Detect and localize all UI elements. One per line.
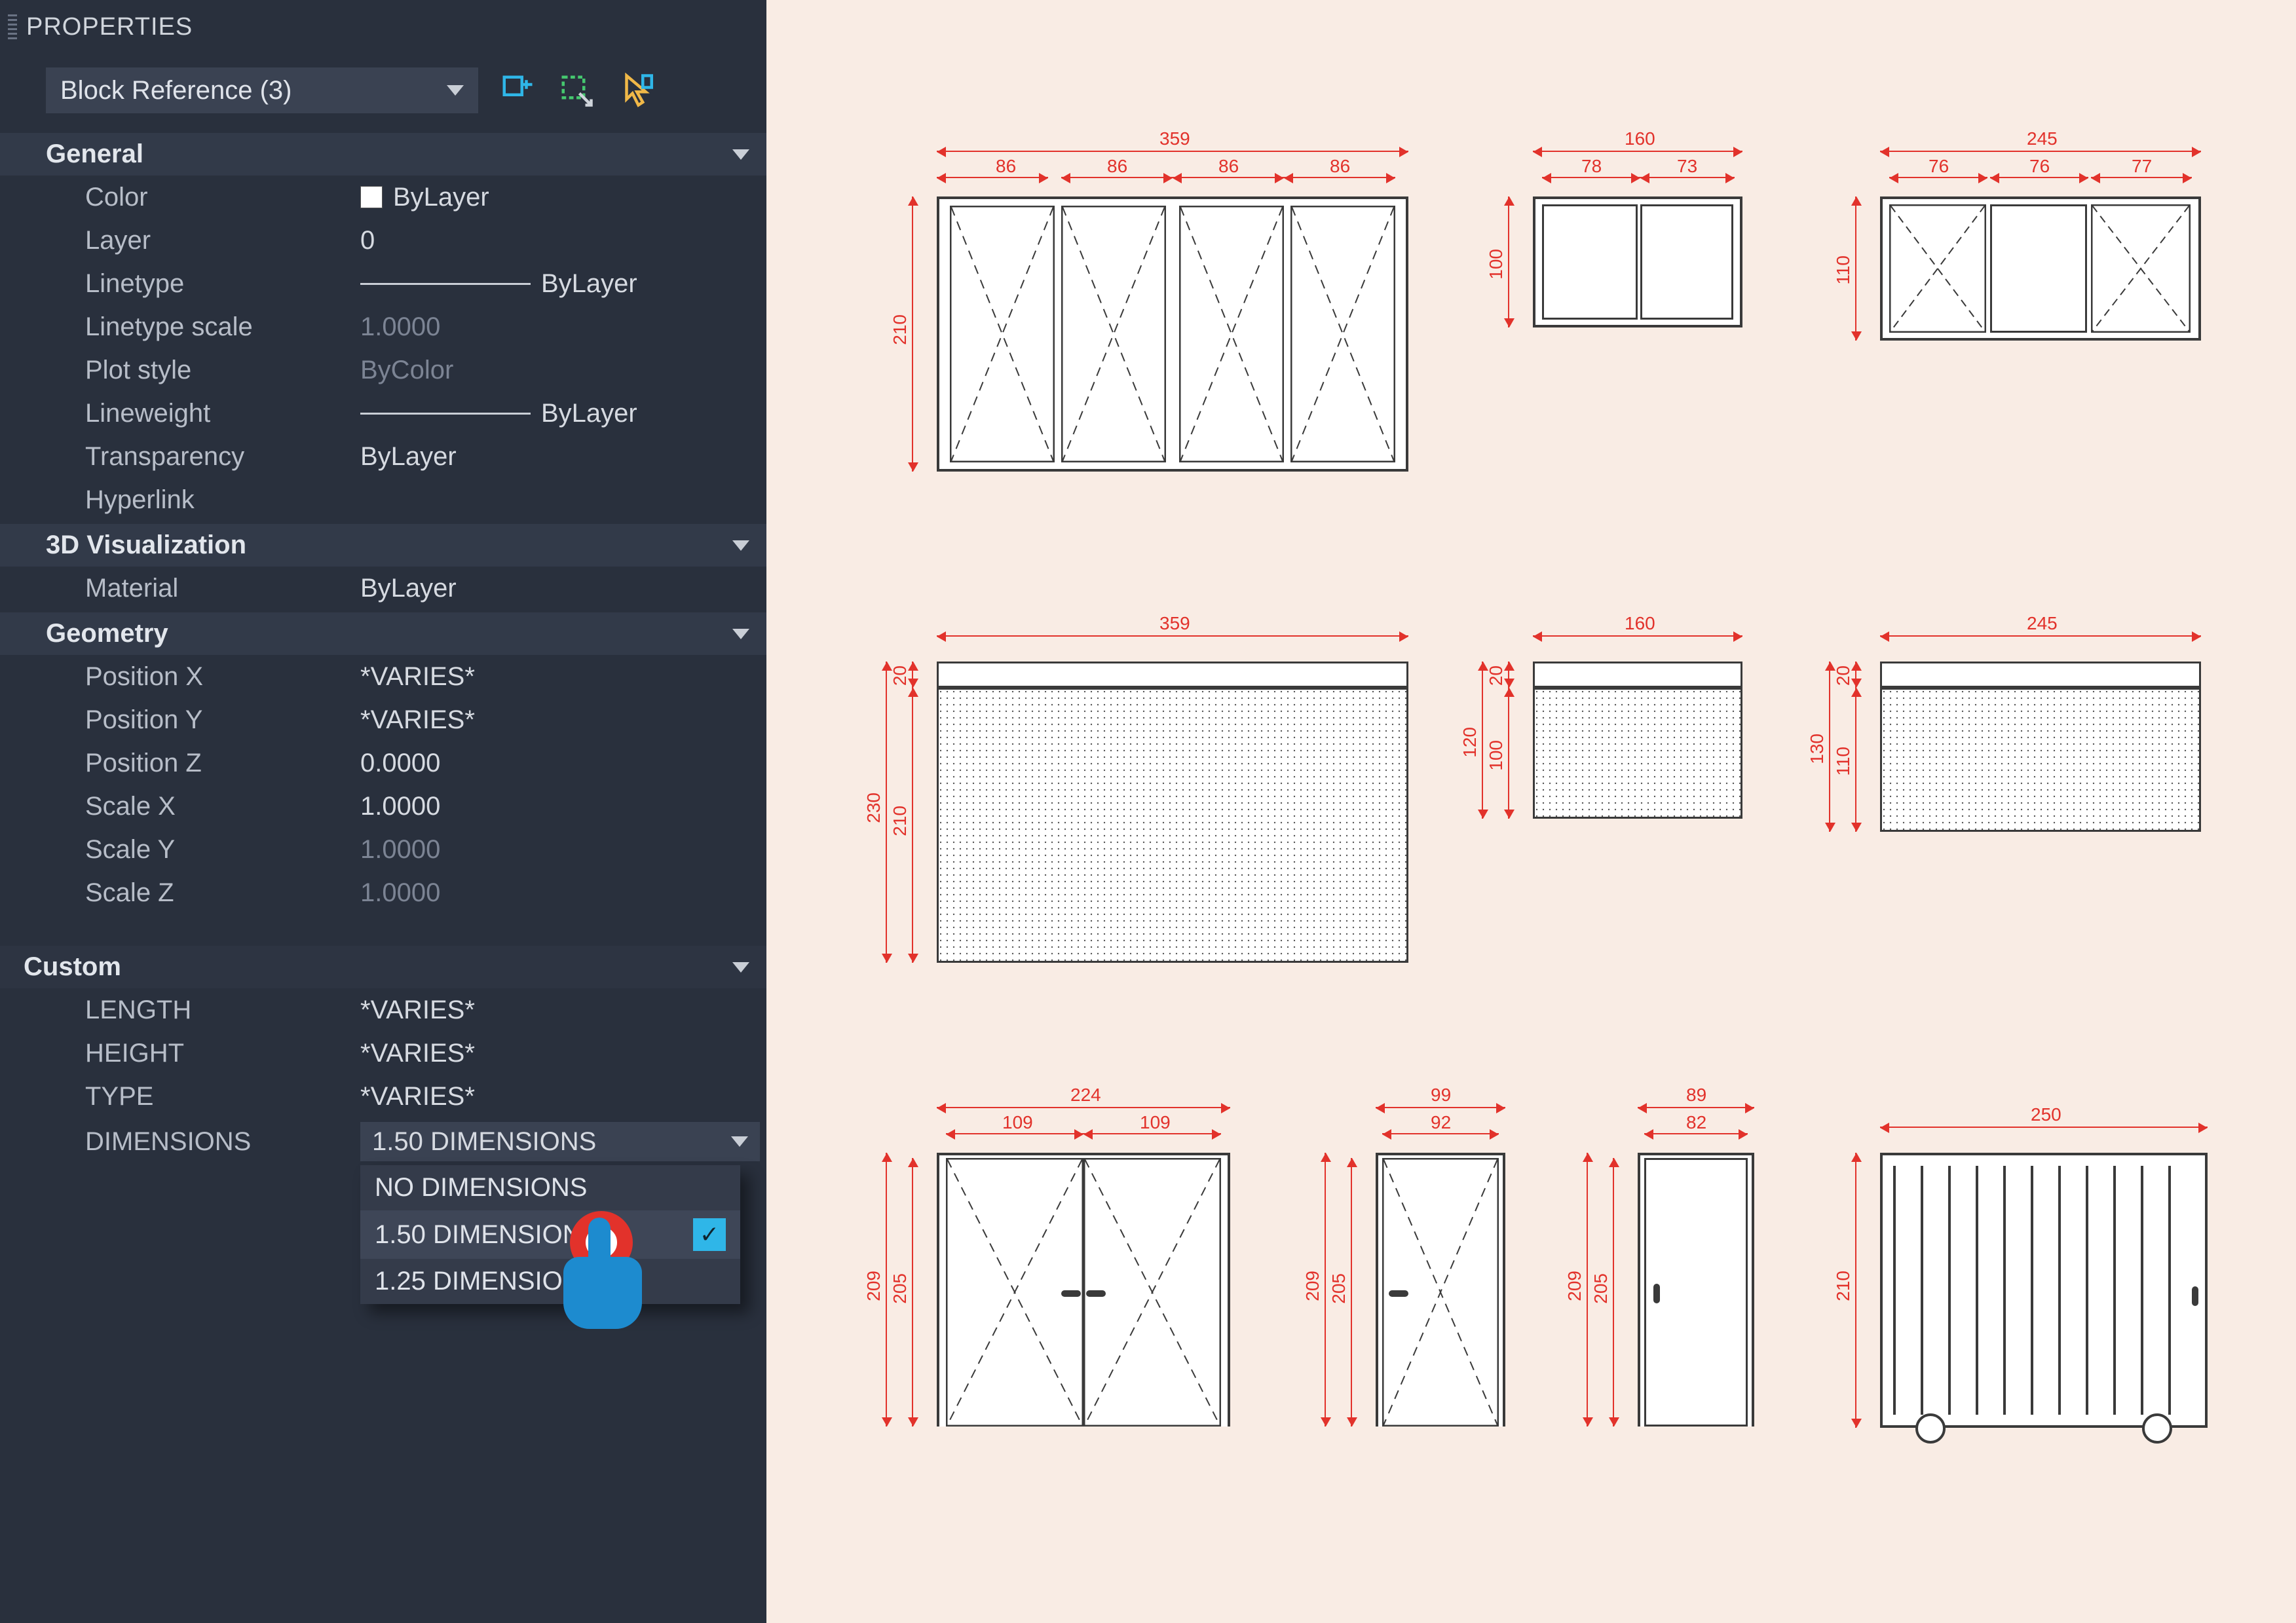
selection-value: Block Reference (3) <box>60 76 292 105</box>
prop-linetype[interactable]: Linetype ByLayer <box>0 262 766 305</box>
chevron-down-icon <box>447 85 464 96</box>
lineweight-preview-icon <box>360 413 531 415</box>
chevron-down-icon <box>732 149 749 160</box>
section-3dvis-header[interactable]: 3D Visualization <box>0 524 766 567</box>
prop-scale-z[interactable]: Scale Z1.0000 <box>0 871 766 914</box>
dimensions-option-none[interactable]: NO DIMENSIONS <box>360 1165 740 1210</box>
prop-plotstyle[interactable]: Plot style ByColor <box>0 348 766 392</box>
properties-panel: PROPERTIES Block Reference (3) General C… <box>0 0 766 1623</box>
prop-type[interactable]: TYPE*VARIES* <box>0 1075 766 1118</box>
prop-scale-x[interactable]: Scale X1.0000 <box>0 785 766 828</box>
pane <box>1889 204 1986 333</box>
prop-color[interactable]: Color ByLayer <box>0 176 766 219</box>
pane <box>2091 204 2191 333</box>
handle-icon <box>2192 1286 2198 1306</box>
grip-icon[interactable] <box>8 14 17 41</box>
pane <box>1061 206 1166 462</box>
handle-icon <box>1653 1284 1660 1303</box>
section-general-title: General <box>46 140 143 169</box>
color-swatch-icon <box>360 186 383 208</box>
prop-pos-y[interactable]: Position Y*VARIES* <box>0 698 766 741</box>
wheel-icon <box>1915 1413 1946 1444</box>
section-custom-header[interactable]: Custom <box>0 946 766 988</box>
section-geometry-header[interactable]: Geometry <box>0 612 766 655</box>
dimensions-option-125[interactable]: 1.25 DIMENSIONS <box>360 1259 740 1304</box>
section-general-header[interactable]: General <box>0 133 766 176</box>
chevron-down-icon <box>731 1136 748 1147</box>
prop-length[interactable]: LENGTH*VARIES* <box>0 988 766 1032</box>
linetype-preview-icon <box>360 283 531 285</box>
section-custom-title: Custom <box>24 952 121 982</box>
handle-icon <box>1086 1290 1106 1297</box>
toggle-pickapp-icon[interactable] <box>498 71 537 110</box>
prop-hyperlink[interactable]: Hyperlink <box>0 478 766 521</box>
handle-icon <box>1389 1290 1408 1297</box>
quick-select-icon[interactable] <box>557 71 596 110</box>
check-icon: ✓ <box>693 1218 726 1251</box>
panel-title-bar[interactable]: PROPERTIES <box>0 0 766 54</box>
prop-dimensions[interactable]: DIMENSIONS 1.50 DIMENSIONS <box>0 1118 766 1165</box>
chevron-down-icon <box>732 962 749 973</box>
prop-pos-z[interactable]: Position Z0.0000 <box>0 741 766 785</box>
prop-height[interactable]: HEIGHT*VARIES* <box>0 1032 766 1075</box>
prop-lineweight[interactable]: Lineweight ByLayer <box>0 392 766 435</box>
prop-ltscale[interactable]: Linetype scale 1.0000 <box>0 305 766 348</box>
chevron-down-icon <box>732 540 749 551</box>
prop-material[interactable]: Material ByLayer <box>0 567 766 610</box>
prop-scale-y[interactable]: Scale Y1.0000 <box>0 828 766 871</box>
section-3dvis-title: 3D Visualization <box>46 531 246 560</box>
prop-pos-x[interactable]: Position X*VARIES* <box>0 655 766 698</box>
chevron-down-icon <box>732 629 749 639</box>
drawing-canvas[interactable]: 359 86 86 86 86 210 160 78 73 100 245 76… <box>766 0 2296 1623</box>
pane <box>950 206 1055 462</box>
prop-transparency[interactable]: Transparency ByLayer <box>0 435 766 478</box>
pane <box>1290 206 1395 462</box>
panel-title: PROPERTIES <box>26 13 193 41</box>
selection-dropdown[interactable]: Block Reference (3) <box>46 67 478 113</box>
section-geometry-title: Geometry <box>46 619 168 648</box>
selection-row: Block Reference (3) <box>0 54 766 130</box>
select-objects-icon[interactable] <box>616 71 655 110</box>
pane <box>1179 206 1284 462</box>
dimensions-option-150[interactable]: 1.50 DIMENSIONS ✓ <box>360 1210 740 1259</box>
wheel-icon <box>2142 1413 2172 1444</box>
handle-icon <box>1061 1290 1081 1297</box>
prop-layer[interactable]: Layer 0 <box>0 219 766 262</box>
dimensions-dropdown-list: NO DIMENSIONS 1.50 DIMENSIONS ✓ 1.25 DIM… <box>360 1165 740 1304</box>
